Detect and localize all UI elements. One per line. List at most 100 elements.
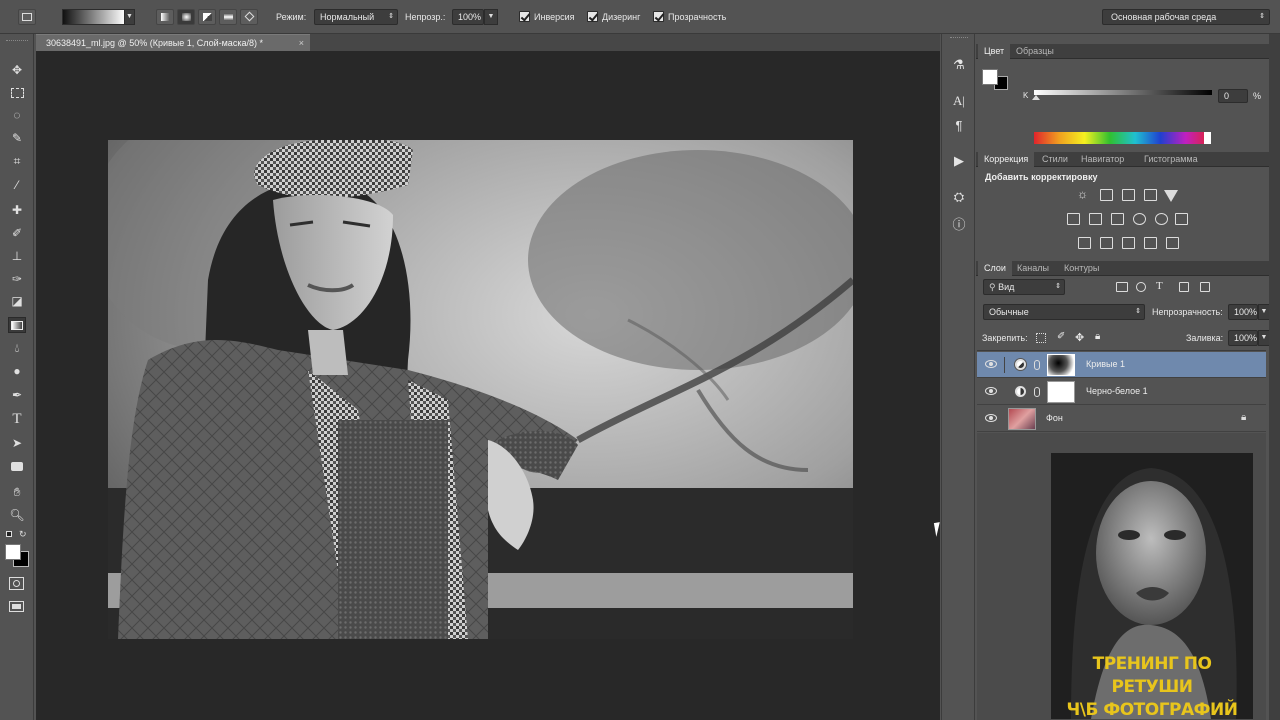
filter-pixel-icon[interactable] bbox=[1116, 282, 1128, 292]
opacity-input[interactable]: 100% bbox=[452, 9, 484, 25]
panel-grip[interactable] bbox=[6, 40, 28, 42]
visibility-eye-icon[interactable] bbox=[985, 414, 997, 422]
type-tool-icon[interactable]: T bbox=[8, 411, 26, 427]
k-value-input[interactable]: 0 bbox=[1218, 89, 1248, 103]
background-layer-thumbnail[interactable] bbox=[1008, 408, 1036, 430]
gradient-tool-preset-icon[interactable] bbox=[18, 9, 36, 25]
lock-image-icon[interactable]: ✐ bbox=[1057, 331, 1065, 342]
transparency-checkbox[interactable] bbox=[653, 11, 664, 22]
tab-paths[interactable]: Контуры bbox=[1058, 261, 1105, 276]
chain-link-icon[interactable] bbox=[1034, 360, 1040, 370]
black-white-icon[interactable] bbox=[1111, 213, 1124, 225]
levels-icon[interactable] bbox=[1100, 189, 1113, 201]
channel-mixer-icon[interactable] bbox=[1155, 213, 1168, 225]
filter-type-icon[interactable]: T bbox=[1156, 280, 1163, 292]
layer-name[interactable]: Черно-белое 1 bbox=[1086, 386, 1148, 396]
visibility-eye-icon[interactable] bbox=[985, 360, 997, 368]
marquee-tool-icon[interactable] bbox=[8, 85, 26, 101]
quick-mask-icon[interactable] bbox=[9, 577, 24, 590]
layer-row-background[interactable]: Фон 🔒︎ bbox=[977, 406, 1266, 432]
eyedropper-tool-icon[interactable]: ⁄ bbox=[8, 177, 26, 193]
dodge-tool-icon[interactable]: ● bbox=[8, 363, 26, 379]
layer-name[interactable]: Кривые 1 bbox=[1086, 359, 1125, 369]
tab-color[interactable]: Цвет bbox=[978, 44, 1011, 59]
layer-comps-icon[interactable]: ⛭ bbox=[950, 188, 968, 206]
screen-mode-icon[interactable] bbox=[9, 601, 24, 612]
blend-mode-select[interactable]: Обычные ⇕ bbox=[983, 304, 1145, 320]
diamond-gradient-icon[interactable] bbox=[240, 9, 258, 25]
layer-row-black-white[interactable]: Черно-белое 1 bbox=[977, 379, 1266, 405]
linear-gradient-icon[interactable] bbox=[156, 9, 174, 25]
swap-colors-icon[interactable]: ↻ bbox=[19, 529, 27, 540]
gradient-dropdown[interactable]: ▼ bbox=[124, 9, 135, 25]
dock-grip[interactable] bbox=[950, 37, 968, 39]
photo-canvas[interactable] bbox=[108, 140, 853, 639]
healing-brush-tool-icon[interactable]: ✚ bbox=[8, 202, 26, 218]
k-slider[interactable] bbox=[1034, 90, 1212, 95]
eraser-tool-icon[interactable]: ◪ bbox=[8, 293, 26, 309]
curves-icon[interactable] bbox=[1122, 189, 1135, 201]
close-icon[interactable]: × bbox=[299, 35, 304, 51]
chain-link-icon[interactable] bbox=[1034, 387, 1040, 397]
layer-mask-thumbnail[interactable] bbox=[1047, 381, 1075, 403]
layer-opacity-input[interactable]: 100% bbox=[1228, 304, 1258, 320]
visibility-eye-icon[interactable] bbox=[985, 387, 997, 395]
tab-swatches[interactable]: Образцы bbox=[1010, 44, 1060, 59]
gradient-tool-icon[interactable] bbox=[8, 317, 26, 333]
move-tool-icon[interactable]: ✥ bbox=[8, 62, 26, 78]
lock-all-icon[interactable]: 🔒︎ bbox=[1095, 331, 1100, 342]
layer-row-curves[interactable]: Кривые 1 bbox=[977, 352, 1266, 378]
tab-histogram[interactable]: Гистограмма bbox=[1138, 152, 1204, 167]
angle-gradient-icon[interactable] bbox=[198, 9, 216, 25]
shape-tool-icon[interactable] bbox=[8, 458, 26, 474]
lock-position-icon[interactable]: ✥ bbox=[1075, 331, 1084, 344]
character-panel-icon[interactable]: A| bbox=[950, 92, 968, 110]
brush-tool-icon[interactable]: ✐ bbox=[8, 225, 26, 241]
filter-smart-object-icon[interactable] bbox=[1200, 282, 1210, 292]
photo-filter-icon[interactable] bbox=[1133, 213, 1146, 225]
actions-play-icon[interactable]: ▶ bbox=[950, 152, 968, 170]
tab-layers[interactable]: Слои bbox=[978, 261, 1012, 276]
tab-channels[interactable]: Каналы bbox=[1011, 261, 1055, 276]
pen-tool-icon[interactable]: ✒ bbox=[8, 387, 26, 403]
quick-selection-tool-icon[interactable]: ✎ bbox=[8, 130, 26, 146]
inverse-checkbox[interactable] bbox=[519, 11, 530, 22]
lasso-tool-icon[interactable]: ◌ bbox=[8, 107, 26, 123]
brightness-contrast-icon[interactable]: ☼ bbox=[1077, 188, 1090, 201]
foreground-color-swatch[interactable] bbox=[5, 544, 21, 560]
mode-select[interactable]: Нормальный ⇕ bbox=[314, 9, 398, 25]
filter-adjustment-icon[interactable] bbox=[1136, 282, 1146, 292]
clone-stamp-tool-icon[interactable]: ⊥ bbox=[8, 248, 26, 264]
hue-saturation-icon[interactable] bbox=[1067, 213, 1080, 225]
layer-filter-select[interactable]: ⚲ Вид ⇕ bbox=[983, 279, 1065, 295]
color-spectrum-ramp[interactable] bbox=[1034, 132, 1211, 144]
tab-navigator[interactable]: Навигатор bbox=[1075, 152, 1130, 167]
invert-icon[interactable] bbox=[1078, 237, 1091, 249]
info-icon[interactable]: ⓘ bbox=[950, 214, 968, 232]
threshold-icon[interactable] bbox=[1122, 237, 1135, 249]
default-colors-icon[interactable] bbox=[6, 531, 12, 537]
gradient-preview[interactable] bbox=[62, 9, 126, 25]
posterize-icon[interactable] bbox=[1100, 237, 1113, 249]
exposure-icon[interactable] bbox=[1144, 189, 1157, 201]
color-lookup-icon[interactable] bbox=[1175, 213, 1188, 225]
filter-shape-icon[interactable] bbox=[1179, 282, 1189, 292]
opacity-dropdown[interactable]: ▼ bbox=[484, 9, 498, 25]
selective-color-icon[interactable] bbox=[1144, 237, 1157, 249]
lock-transparent-icon[interactable] bbox=[1036, 333, 1046, 343]
fill-input[interactable]: 100% bbox=[1228, 330, 1258, 346]
crop-tool-icon[interactable]: ⌗ bbox=[8, 153, 26, 169]
foreground-color-swatch[interactable] bbox=[982, 69, 998, 85]
blur-tool-icon[interactable]: 💧︎ bbox=[8, 340, 26, 356]
layer-name[interactable]: Фон bbox=[1046, 413, 1063, 423]
color-balance-icon[interactable] bbox=[1089, 213, 1102, 225]
zoom-tool-icon[interactable]: 🔍︎ bbox=[8, 507, 26, 523]
slider-thumb[interactable] bbox=[1032, 95, 1040, 100]
brush-presets-icon[interactable]: ⚗ bbox=[950, 56, 968, 74]
radial-gradient-icon[interactable] bbox=[177, 9, 195, 25]
dither-checkbox[interactable] bbox=[587, 11, 598, 22]
paragraph-panel-icon[interactable]: ¶ bbox=[950, 116, 968, 134]
path-selection-tool-icon[interactable]: ➤ bbox=[8, 435, 26, 451]
hand-tool-icon[interactable]: ✋︎ bbox=[8, 484, 26, 500]
tab-styles[interactable]: Стили bbox=[1036, 152, 1074, 167]
